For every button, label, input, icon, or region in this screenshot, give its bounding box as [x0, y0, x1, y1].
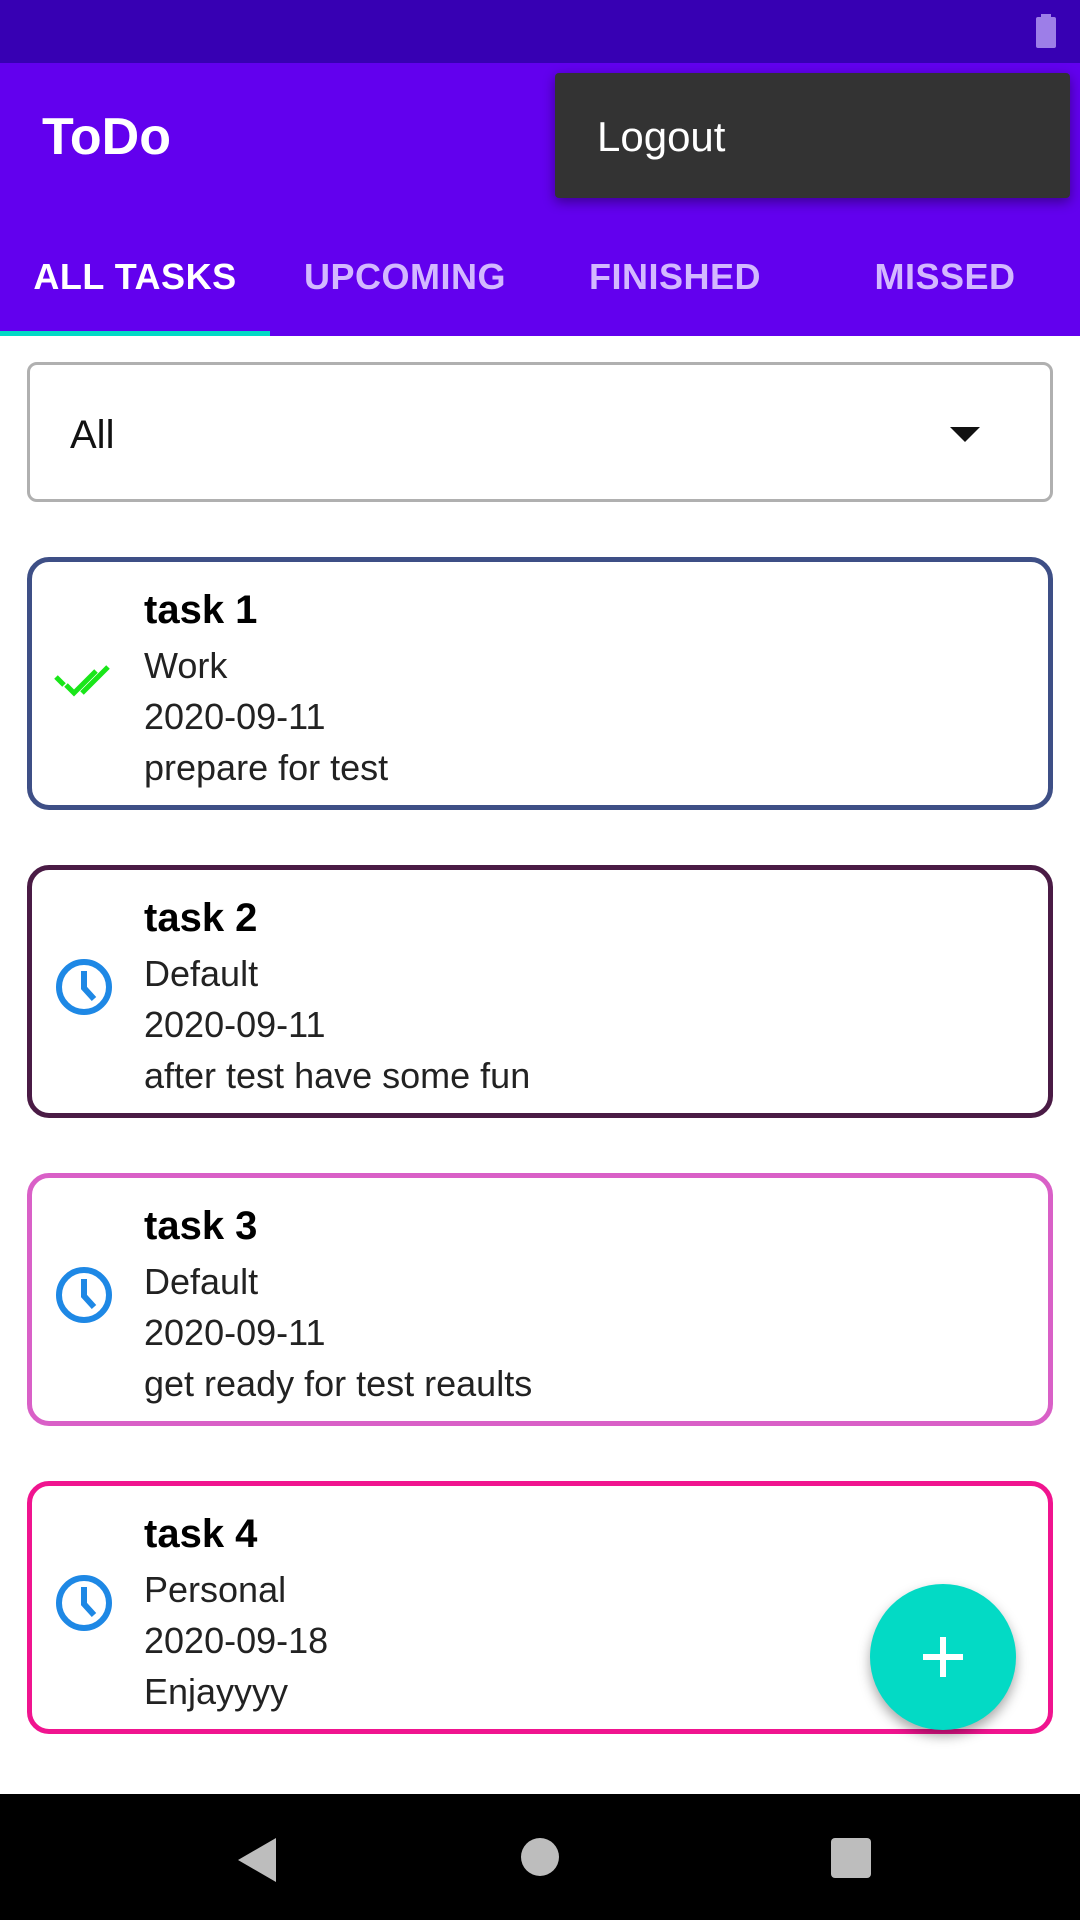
task-card[interactable]: task 3 Default 2020-09-11 get ready for …	[27, 1173, 1053, 1426]
home-icon[interactable]	[521, 1838, 559, 1876]
system-nav-bar	[0, 1794, 1080, 1920]
task-note: prepare for test	[144, 747, 389, 788]
tab-upcoming[interactable]: UPCOMING	[270, 233, 540, 336]
double-check-icon	[54, 665, 110, 697]
task-note: Enjayyyy	[144, 1671, 289, 1712]
back-icon[interactable]	[236, 1838, 278, 1882]
task-category: Personal	[144, 1569, 287, 1610]
status-bar	[0, 0, 1080, 63]
dropdown-arrow-icon	[950, 427, 980, 442]
task-title: task 1	[144, 588, 258, 632]
task-category: Default	[144, 1261, 259, 1302]
tab-all-tasks[interactable]: ALL TASKS	[0, 233, 270, 336]
task-date: 2020-09-11	[144, 1312, 326, 1353]
clock-icon	[56, 1575, 112, 1631]
filter-selected-value: All	[70, 413, 115, 457]
task-date: 2020-09-11	[144, 1004, 326, 1045]
tab-indicator	[0, 331, 270, 336]
task-note: get ready for test reaults	[144, 1363, 533, 1404]
task-title: task 2	[144, 896, 258, 940]
tab-missed[interactable]: MISSED	[810, 233, 1080, 336]
task-title: task 3	[144, 1204, 258, 1248]
task-note: after test have some fun	[144, 1055, 531, 1096]
add-task-button[interactable]	[870, 1584, 1016, 1730]
task-title: task 4	[144, 1512, 258, 1556]
task-date: 2020-09-18	[144, 1620, 329, 1661]
tab-bar: ALL TASKS UPCOMING FINISHED MISSED	[0, 233, 1080, 336]
clock-icon	[56, 959, 112, 1015]
task-category: Default	[144, 953, 259, 994]
app-title: ToDo	[42, 108, 171, 166]
clock-icon	[56, 1267, 112, 1323]
category-filter-select[interactable]: All	[27, 362, 1053, 502]
task-card[interactable]: task 2 Default 2020-09-11 after test hav…	[27, 865, 1053, 1118]
overflow-menu: Logout	[555, 73, 1070, 198]
task-date: 2020-09-11	[144, 696, 326, 737]
battery-icon	[1036, 14, 1056, 48]
logout-menu-item[interactable]: Logout	[597, 113, 725, 161]
task-category: Work	[144, 645, 228, 686]
recent-apps-icon[interactable]	[831, 1838, 871, 1878]
plus-icon	[923, 1637, 963, 1677]
tab-finished[interactable]: FINISHED	[540, 233, 810, 336]
task-card[interactable]: task 1 Work 2020-09-11 prepare for test	[27, 557, 1053, 810]
